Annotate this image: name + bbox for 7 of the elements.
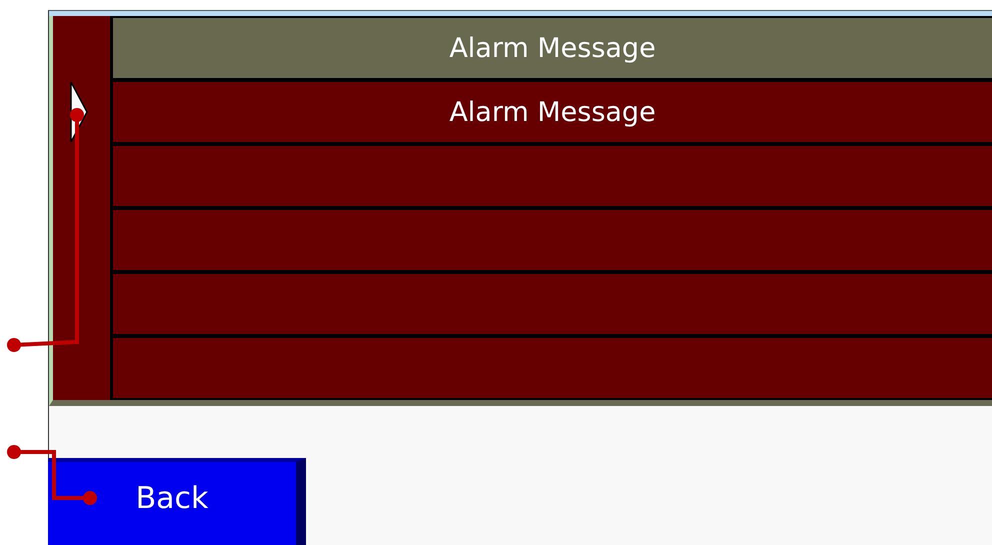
alarm-row[interactable] bbox=[113, 338, 992, 398]
alarm-row[interactable] bbox=[113, 210, 992, 270]
column-header: Alarm Message bbox=[113, 18, 992, 78]
alarm-row[interactable]: Alarm Message bbox=[113, 82, 992, 142]
alarm-row[interactable] bbox=[113, 274, 992, 334]
back-button[interactable]: Back bbox=[48, 458, 306, 545]
alarm-row[interactable] bbox=[113, 146, 992, 206]
